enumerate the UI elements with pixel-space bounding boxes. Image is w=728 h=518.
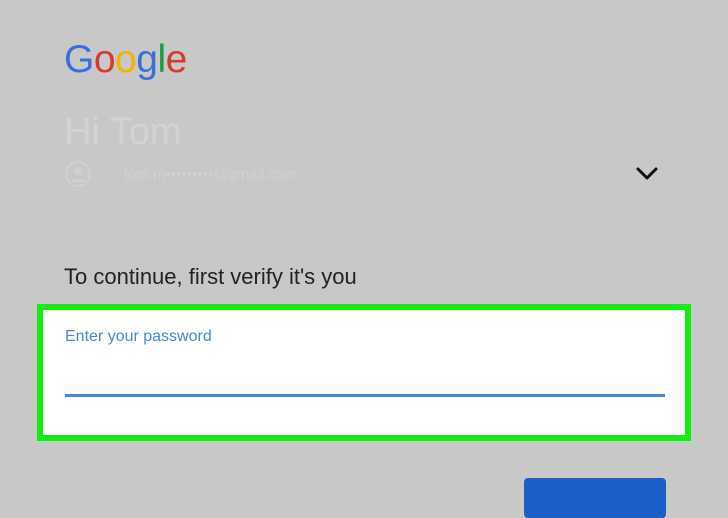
logo-letter: g bbox=[136, 38, 158, 81]
verify-prompt: To continue, first verify it's you bbox=[64, 264, 357, 289]
google-logo: Google bbox=[64, 40, 187, 79]
logo-letter: G bbox=[64, 38, 94, 81]
password-field-highlight: Enter your password bbox=[37, 304, 691, 441]
account-switcher[interactable]: tom.m•••••••••@gmail.com bbox=[64, 158, 664, 190]
logo-letter: e bbox=[165, 38, 188, 81]
greeting-heading: Hi Tom bbox=[64, 111, 182, 153]
password-input[interactable] bbox=[65, 350, 665, 397]
logo-letter: o bbox=[115, 38, 137, 81]
chevron-down-icon[interactable] bbox=[634, 160, 660, 186]
logo-letter: l bbox=[157, 38, 166, 81]
password-label: Enter your password bbox=[65, 328, 212, 345]
account-email: tom.m•••••••••@gmail.com bbox=[124, 166, 297, 183]
logo-letter: o bbox=[93, 38, 116, 81]
account-circle-icon bbox=[64, 160, 100, 188]
next-button[interactable] bbox=[524, 478, 666, 518]
